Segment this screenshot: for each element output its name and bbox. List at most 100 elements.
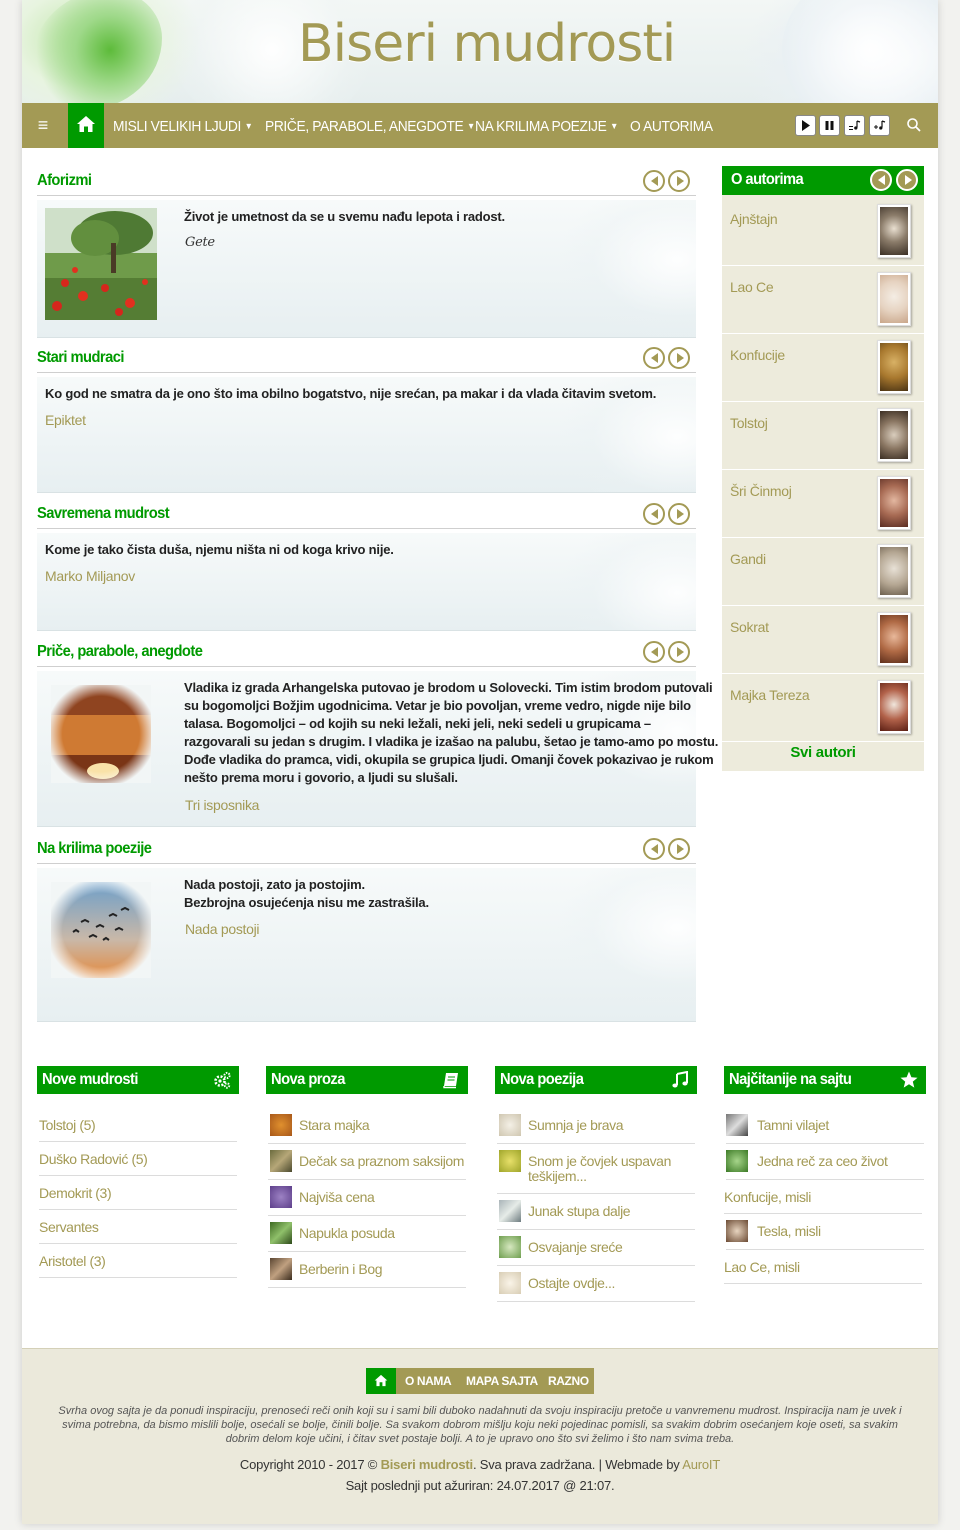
- footer-link-o-nama[interactable]: O NAMA: [405, 1368, 452, 1394]
- developer-link[interactable]: AuroIT: [682, 1457, 720, 1472]
- prev-button[interactable]: [643, 503, 665, 525]
- arrow-left-icon: [651, 176, 658, 186]
- next-button[interactable]: [896, 169, 918, 191]
- list-item[interactable]: Konfucije, misli: [724, 1182, 922, 1214]
- list-item[interactable]: Jedna reč za ceo život: [726, 1146, 924, 1180]
- list-item[interactable]: Berberin i Bog: [268, 1254, 466, 1288]
- list-item[interactable]: Najviša cena: [268, 1182, 466, 1216]
- section-divider: [37, 666, 696, 667]
- prev-button[interactable]: [643, 838, 665, 860]
- poem-title-link[interactable]: Nada postoji: [185, 921, 260, 937]
- about-line: svima potrebna, da bismo mislili bolje, …: [62, 1419, 898, 1431]
- list-item[interactable]: Demokrit (3): [39, 1178, 237, 1210]
- list-item[interactable]: Duško Radović (5): [39, 1144, 237, 1176]
- item-thumbnail: [726, 1150, 748, 1172]
- story-line: razgovarali su jedan s drugim. I vladika…: [184, 734, 719, 749]
- list-item[interactable]: Lao Ce, misli: [724, 1252, 922, 1284]
- next-button[interactable]: [668, 503, 690, 525]
- nav-item-misli[interactable]: MISLI VELIKIH LJUDI ▼: [113, 103, 253, 148]
- arrow-right-icon: [677, 647, 684, 657]
- search-icon[interactable]: [906, 117, 922, 133]
- widget-title: Nove mudrosti: [42, 1071, 138, 1088]
- sunset-field-image[interactable]: [51, 685, 151, 783]
- menu-icon[interactable]: ≡: [32, 115, 54, 135]
- sidebar-item-sri-cinmoj[interactable]: Šri Činmoj: [722, 470, 924, 538]
- list-item[interactable]: Snom je čovjek uspavan teškijem...: [497, 1146, 695, 1194]
- list-item[interactable]: Ostajte ovdje...: [497, 1268, 695, 1302]
- footer-link-mapa-sajta[interactable]: MAPA SAJTA: [466, 1368, 538, 1394]
- sidebar-item-gandi[interactable]: Gandi: [722, 538, 924, 606]
- footer-home-button[interactable]: [366, 1368, 396, 1394]
- author-portrait: [877, 204, 911, 258]
- list-item[interactable]: Tolstoj (5): [39, 1110, 237, 1142]
- list-item[interactable]: Sumnja je brava: [497, 1110, 695, 1144]
- book-icon: [443, 1073, 458, 1089]
- list-item[interactable]: Aristotel (3): [39, 1246, 237, 1278]
- list-item[interactable]: Osvajanje sreće: [497, 1232, 695, 1266]
- story-title-link[interactable]: Tri isposnika: [185, 797, 259, 813]
- author-name: Lao Ce: [730, 279, 774, 295]
- playlist-button[interactable]: [844, 115, 865, 136]
- birds-sunset-image[interactable]: [51, 882, 151, 978]
- section-title-poezija[interactable]: Na krilima poezije: [37, 840, 152, 858]
- widget-header: Najčitanije na sajtu: [724, 1066, 926, 1094]
- section-title-savremena[interactable]: Savremena mudrost: [37, 505, 170, 523]
- list-item[interactable]: Tamni vilajet: [726, 1110, 924, 1144]
- next-button[interactable]: [668, 170, 690, 192]
- footer-link-razno[interactable]: RAZNO: [548, 1368, 589, 1394]
- sidebar-item-majka-tereza[interactable]: Majka Tereza: [722, 674, 924, 742]
- music-icon: [672, 1071, 688, 1088]
- widget-header: Nove mudrosti: [37, 1066, 239, 1094]
- section-pager: [643, 641, 697, 663]
- list-item[interactable]: Junak stupa dalje: [497, 1196, 695, 1230]
- star-icon: [900, 1071, 918, 1088]
- next-button[interactable]: [668, 347, 690, 369]
- pause-button[interactable]: [819, 115, 840, 136]
- section-title-price[interactable]: Priče, parabole, anegdote: [37, 643, 203, 661]
- section-title-aforizmi[interactable]: Aforizmi: [37, 172, 92, 190]
- section-title-stari-mudraci[interactable]: Stari mudraci: [37, 349, 124, 367]
- section-divider: [37, 195, 696, 196]
- quote-author[interactable]: Marko Miljanov: [45, 568, 135, 584]
- list-item[interactable]: Dečak sa praznom saksijom: [268, 1146, 466, 1180]
- quote-author[interactable]: Gete: [185, 235, 215, 250]
- quote-author[interactable]: Epiktet: [45, 412, 86, 428]
- site-title[interactable]: Biseri mudrosti: [298, 14, 676, 74]
- prev-button[interactable]: [870, 169, 892, 191]
- sidebar-item-sokrat[interactable]: Sokrat: [722, 606, 924, 674]
- copyright-site-link[interactable]: Biseri mudrosti: [381, 1457, 474, 1472]
- arrow-left-icon: [651, 647, 658, 657]
- nav-item-price[interactable]: PRIČE, PARABOLE, ANEGDOTE ▼: [265, 103, 475, 148]
- shuffle-button[interactable]: [869, 115, 890, 136]
- author-name: Majka Tereza: [730, 687, 810, 703]
- arrow-left-icon: [878, 175, 885, 185]
- all-authors-link[interactable]: Svi autori: [722, 744, 924, 761]
- prev-button[interactable]: [643, 170, 665, 192]
- list-item[interactable]: Servantes: [39, 1212, 237, 1244]
- sidebar-item-tolstoj[interactable]: Tolstoj: [722, 402, 924, 470]
- prev-button[interactable]: [643, 641, 665, 663]
- quote-text: Život je umetnost da se u svemu nađu lep…: [184, 209, 505, 224]
- list-item-label: Konfucije, misli: [724, 1189, 811, 1205]
- sidebar-title[interactable]: O autorima: [731, 171, 804, 189]
- arrow-left-icon: [651, 844, 658, 854]
- nav-item-poezija[interactable]: NA KRILIMA POEZIJE ▼: [475, 103, 618, 148]
- list-item[interactable]: Napukla posuda: [268, 1218, 466, 1252]
- prev-button[interactable]: [643, 347, 665, 369]
- poppy-field-image[interactable]: [45, 208, 157, 320]
- list-item-label: Duško Radović (5): [39, 1151, 148, 1167]
- sidebar-item-ajnstajn[interactable]: Ajnštajn: [722, 198, 924, 266]
- next-button[interactable]: [668, 838, 690, 860]
- list-item[interactable]: Stara majka: [268, 1110, 466, 1144]
- list-item-label: Aristotel (3): [39, 1253, 106, 1269]
- sidebar-item-konfucije[interactable]: Konfucije: [722, 334, 924, 402]
- list-item[interactable]: Tesla, misli: [726, 1216, 924, 1250]
- nav-item-autori[interactable]: O AUTORIMA: [630, 103, 713, 148]
- next-button[interactable]: [668, 641, 690, 663]
- item-thumbnail: [270, 1258, 292, 1280]
- sidebar-item-lao-ce[interactable]: Lao Ce: [722, 266, 924, 334]
- nav-home-button[interactable]: [68, 103, 104, 148]
- pause-icon: [825, 121, 834, 130]
- play-button[interactable]: [795, 115, 816, 136]
- arrow-right-icon: [905, 175, 912, 185]
